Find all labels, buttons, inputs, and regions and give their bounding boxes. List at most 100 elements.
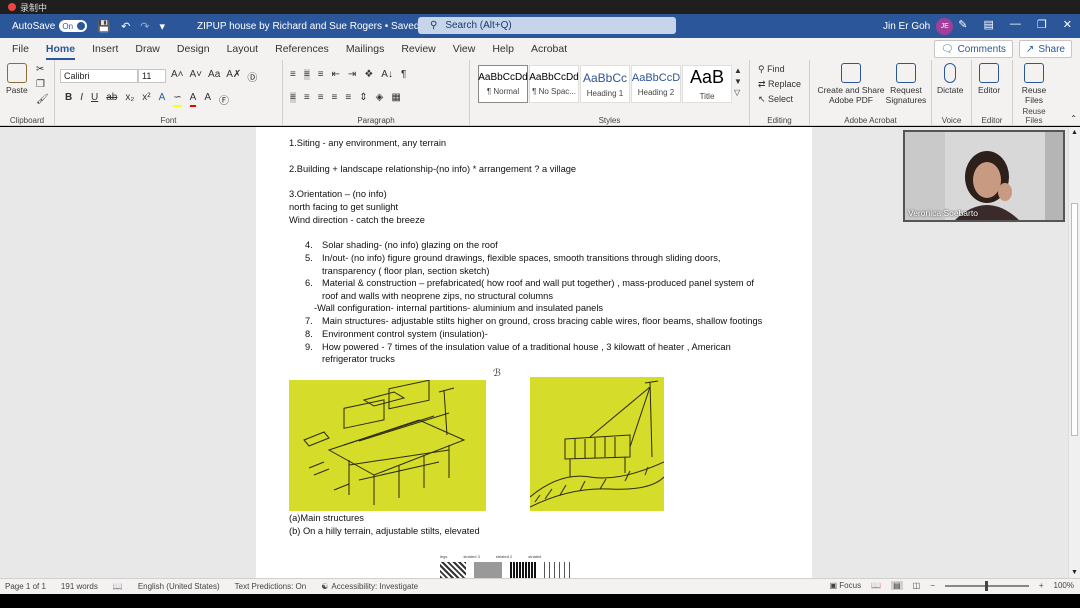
justify-icon[interactable]: ≡ [332, 92, 338, 103]
font-style-icon[interactable]: A [159, 92, 166, 107]
customize-qat-icon[interactable]: ▾ [160, 20, 166, 33]
increase-indent-icon[interactable]: ⇥ [348, 69, 356, 80]
restore-icon[interactable]: ❐ [1037, 18, 1047, 31]
find-button[interactable]: ⚲ Find [758, 64, 801, 75]
change-case-icon[interactable]: Aa [208, 69, 220, 84]
bullets-icon[interactable]: ≡ [290, 69, 296, 80]
tab-file[interactable]: File [12, 43, 29, 55]
style-no-spacing[interactable]: AaBbCcDd ¶ No Spac... [529, 65, 579, 103]
word-count[interactable]: 191 words [61, 582, 98, 591]
text-predictions-status[interactable]: Text Predictions: On [235, 582, 307, 591]
tab-draw[interactable]: Draw [135, 43, 160, 55]
line-spacing-icon[interactable]: ⇕ [359, 92, 367, 103]
zoom-in-icon[interactable]: + [1039, 581, 1044, 590]
close-icon[interactable]: ✕ [1063, 18, 1072, 31]
tab-home[interactable]: Home [45, 43, 76, 60]
copy-icon[interactable]: ❐ [36, 79, 49, 90]
distributed-icon[interactable]: ≡ [345, 92, 351, 103]
minimize-icon[interactable]: — [1010, 18, 1021, 31]
highlight-icon[interactable]: ∽ [173, 92, 182, 107]
strikethrough-icon[interactable]: ab [106, 92, 117, 107]
font-color-icon[interactable]: A [189, 92, 197, 107]
web-layout-icon[interactable]: ◫ [913, 581, 921, 590]
dictate-button[interactable]: Dictate [937, 63, 963, 95]
editor-button[interactable]: Editor [978, 63, 1000, 95]
language-status[interactable]: English (United States) [138, 582, 220, 591]
comments-button[interactable]: 🗨 Comments [933, 40, 1013, 58]
structure-sketch-image[interactable] [289, 380, 486, 511]
italic-icon[interactable]: I [80, 92, 83, 107]
font-size-select[interactable]: 11 [138, 69, 166, 83]
create-pdf-button[interactable]: Create and Share Adobe PDF [816, 63, 886, 105]
style-heading-1[interactable]: AaBbCc Heading 1 [580, 65, 630, 103]
collapse-ribbon-icon[interactable]: ⌃ [1070, 114, 1077, 123]
replace-button[interactable]: ⇄ Replace [758, 79, 801, 90]
format-painter-icon[interactable]: 🖌 [36, 94, 49, 105]
multilevel-list-icon[interactable]: ≡ [318, 69, 324, 80]
clear-format-icon[interactable]: A✗ [226, 69, 241, 84]
tab-view[interactable]: View [453, 43, 476, 55]
page-count[interactable]: Page 1 of 1 [5, 582, 46, 591]
tab-review[interactable]: Review [401, 43, 435, 55]
underline-icon[interactable]: U [91, 92, 98, 107]
styles-scroll-up-icon[interactable]: ▲ [734, 66, 742, 75]
zoom-slider[interactable] [944, 580, 1029, 591]
reuse-files-button[interactable]: Reuse Files [1019, 63, 1049, 105]
superscript-icon[interactable]: x² [142, 92, 150, 107]
print-layout-icon[interactable]: ▤ [891, 581, 903, 590]
styles-scroll-down-icon[interactable]: ▼ [734, 77, 742, 86]
tab-help[interactable]: Help [492, 43, 514, 55]
borders-icon[interactable]: ▦ [391, 92, 400, 103]
character-shading-icon[interactable]: A [204, 92, 211, 107]
shading-icon[interactable]: ◈ [376, 92, 384, 103]
style-normal[interactable]: AaBbCcDd ¶ Normal [478, 65, 528, 103]
decrease-indent-icon[interactable]: ⇤ [332, 69, 340, 80]
document-title[interactable]: ZIPUP house by Richard and Sue Rogers • … [197, 21, 428, 32]
bold-icon[interactable]: B [65, 92, 72, 107]
numbering-icon[interactable]: ≡ [303, 69, 310, 80]
asian-layout-icon[interactable]: ❖ [364, 69, 373, 80]
style-heading-2[interactable]: AaBbCcD Heading 2 [631, 65, 681, 103]
zoom-out-icon[interactable]: − [930, 581, 935, 590]
share-button[interactable]: ↗ Share [1018, 40, 1072, 58]
font-name-select[interactable]: Calibri [60, 69, 138, 83]
undo-icon[interactable]: ↶ [121, 20, 130, 33]
grow-font-icon[interactable]: A˄ [171, 69, 184, 84]
save-icon[interactable]: 💾 [97, 20, 111, 33]
autosave-toggle[interactable]: On [59, 20, 88, 32]
tab-mailings[interactable]: Mailings [346, 43, 385, 55]
cut-icon[interactable]: ✂ [36, 64, 49, 75]
enclose-char-icon[interactable]: Ⓕ [219, 92, 229, 107]
style-title[interactable]: AaB Title [682, 65, 732, 103]
avatar[interactable]: JE [936, 18, 954, 35]
proofing-icon[interactable]: 📖 [113, 582, 123, 591]
show-marks-icon[interactable]: ¶ [401, 69, 406, 80]
tab-layout[interactable]: Layout [227, 43, 259, 55]
pen-icon[interactable]: ✎ [958, 18, 967, 31]
tab-acrobat[interactable]: Acrobat [531, 43, 567, 55]
zoom-level[interactable]: 100% [1054, 581, 1074, 590]
request-signatures-button[interactable]: Request Signatures [884, 63, 928, 105]
redo-icon[interactable]: ↷ [140, 20, 149, 33]
shrink-font-icon[interactable]: A˅ [190, 69, 203, 84]
search-box[interactable]: ⚲ Search (Alt+Q) [418, 17, 676, 34]
terrain-sketch-image[interactable] [530, 377, 664, 511]
focus-button[interactable]: ▣ Focus [830, 581, 862, 590]
align-center-icon[interactable]: ≡ [304, 92, 310, 103]
paste-button[interactable]: Paste [6, 63, 28, 95]
scroll-up-icon[interactable]: ▲ [1071, 129, 1078, 136]
text-effects-icon[interactable]: Ⓓ [247, 69, 257, 84]
tab-design[interactable]: Design [177, 43, 210, 55]
tab-references[interactable]: References [275, 43, 329, 55]
styles-more-icon[interactable]: ▽ [734, 88, 742, 97]
read-mode-icon[interactable]: 📖 [871, 581, 881, 590]
subscript-icon[interactable]: x₂ [125, 92, 134, 107]
ribbon-display-icon[interactable]: ▤ [984, 18, 994, 31]
document-page[interactable]: 1.Siting - any environment, any terrain … [256, 127, 812, 578]
tab-insert[interactable]: Insert [92, 43, 118, 55]
select-button[interactable]: ↖ Select [758, 94, 801, 105]
align-right-icon[interactable]: ≡ [318, 92, 324, 103]
video-call-tile[interactable]: Veronica Soebarto [903, 130, 1065, 222]
accessibility-status[interactable]: ☯ Accessibility: Investigate [321, 582, 418, 591]
align-left-icon[interactable]: ≡ [290, 92, 296, 103]
